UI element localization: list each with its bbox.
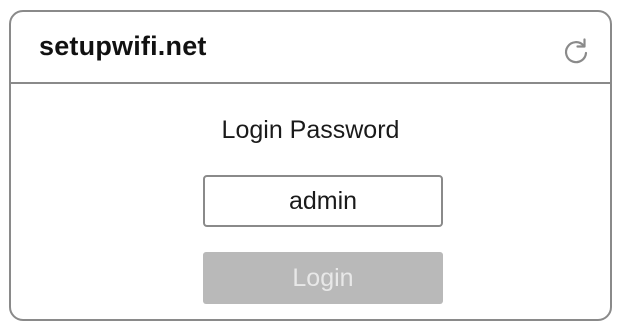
password-field[interactable] — [203, 175, 443, 227]
login-window: setupwifi.net Login Password Login — [9, 10, 612, 321]
site-title: setupwifi.net — [39, 31, 207, 61]
password-label: Login Password — [221, 116, 400, 144]
title-bar: setupwifi.net — [11, 12, 610, 84]
refresh-icon[interactable] — [562, 37, 590, 65]
login-form: Login Password Login — [11, 84, 610, 319]
login-button[interactable]: Login — [203, 252, 443, 304]
